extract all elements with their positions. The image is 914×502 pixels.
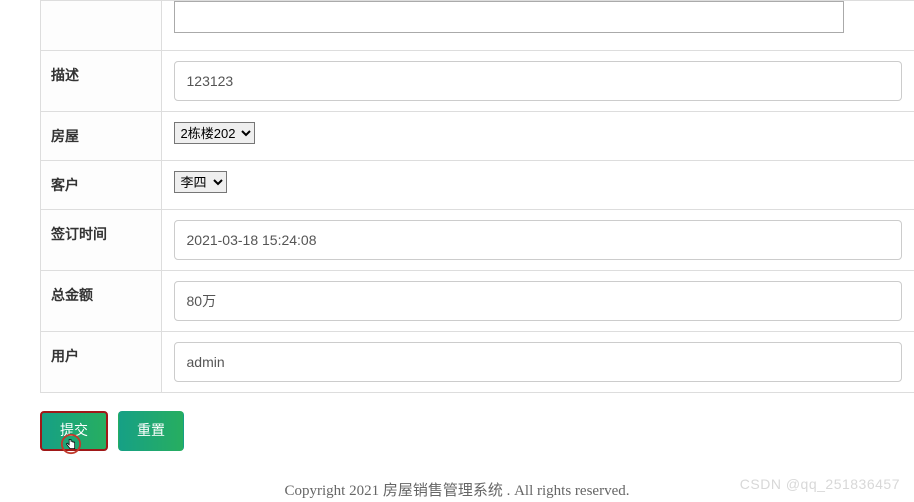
label-sign-time: 签订时间 bbox=[41, 210, 161, 271]
total-amount-input[interactable] bbox=[174, 281, 903, 321]
label-total-amount: 总金额 bbox=[41, 271, 161, 332]
customer-select[interactable]: 李四 bbox=[174, 171, 227, 193]
label-user: 用户 bbox=[41, 332, 161, 393]
sign-time-input[interactable] bbox=[174, 220, 903, 260]
label-customer: 客户 bbox=[41, 161, 161, 210]
user-input[interactable] bbox=[174, 342, 903, 382]
watermark-text: CSDN @qq_251836457 bbox=[740, 476, 900, 492]
top-textarea[interactable] bbox=[174, 1, 844, 33]
label-description: 描述 bbox=[41, 51, 161, 112]
form-table: 描述 房屋 2栋楼202 客户 李四 bbox=[41, 0, 914, 393]
label-house: 房屋 bbox=[41, 112, 161, 161]
label-top-empty bbox=[41, 1, 161, 51]
house-select[interactable]: 2栋楼202 bbox=[174, 122, 255, 144]
reset-button[interactable]: 重置 bbox=[118, 411, 184, 451]
button-row: 提交 重置 bbox=[20, 393, 914, 469]
description-input[interactable] bbox=[174, 61, 903, 101]
submit-button[interactable]: 提交 bbox=[40, 411, 108, 451]
